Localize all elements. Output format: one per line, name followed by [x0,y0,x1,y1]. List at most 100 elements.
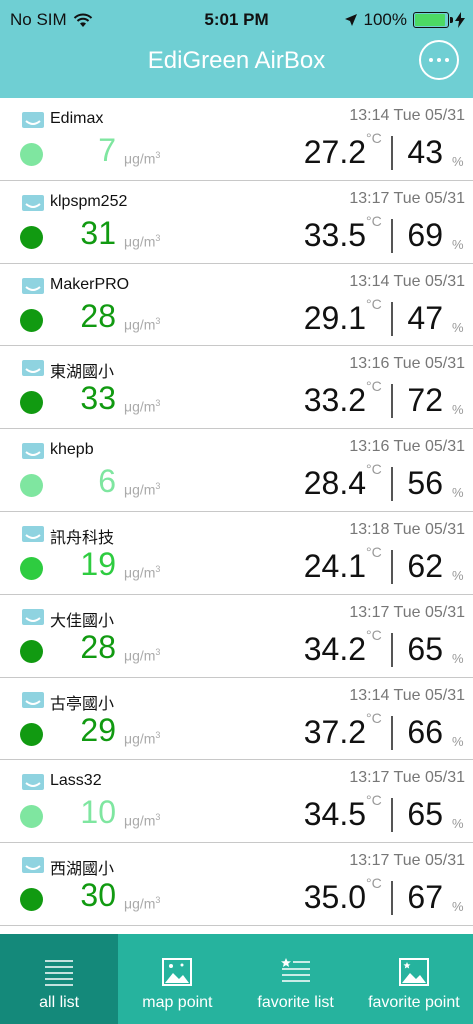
station-row[interactable]: 大佳國小 13:17 Tue 05/31 28 μg/m3 34.2 °C 65… [0,594,473,678]
humidity-unit: % [452,816,464,832]
station-list[interactable]: Edimax 13:14 Tue 05/31 7 μg/m3 27.2 °C 4… [0,98,473,934]
pm25-unit: μg/m3 [124,481,161,498]
station-row[interactable]: klpspm252 13:17 Tue 05/31 31 μg/m3 33.5 … [0,180,473,264]
favorite-map-icon [398,958,429,986]
temperature-unit: °C [366,461,382,478]
pm25-unit: μg/m3 [124,315,161,333]
tab-label: favorite list [257,994,334,1011]
humidity-value: 65 [407,796,443,833]
value-divider [391,549,393,584]
station-timestamp: 13:14 Tue 05/31 [349,686,465,704]
humidity-unit: % [452,485,464,501]
humidity-unit: % [452,567,464,583]
station-timestamp: 13:14 Tue 05/31 [349,107,465,124]
status-right: 100% [344,10,465,30]
airbox-device-icon [22,525,44,542]
station-name: khepb [50,441,94,459]
airbox-device-icon [22,608,44,625]
pm25-value: 28 [80,628,116,665]
station-row[interactable]: Edimax 13:14 Tue 05/31 7 μg/m3 27.2 °C 4… [0,98,473,181]
humidity-unit: % [452,402,464,418]
tab-label: all list [39,994,80,1011]
value-divider [391,136,393,170]
station-row[interactable]: 西湖國小 13:17 Tue 05/31 30 μg/m3 35.0 °C 67… [0,843,473,926]
humidity-value: 56 [407,465,443,502]
station-name: 西湖國小 [50,861,115,879]
pm25-unit: μg/m3 [124,729,161,747]
station-name: MakerPRO [50,275,130,293]
pm-level-indicator [20,391,43,415]
temperature-unit: °C [366,709,382,726]
temperature-unit: °C [366,212,382,229]
airbox-device-icon [22,857,44,874]
more-dot-icon [445,58,449,62]
airbox-device-icon [22,774,44,791]
value-divider [391,798,393,833]
tab-all-list[interactable]: all list [0,934,119,1024]
station-timestamp: 13:16 Tue 05/31 [349,355,465,373]
more-dot-icon [429,58,433,62]
temperature-unit: °C [366,875,382,892]
humidity-value: 72 [407,382,443,419]
pm-level-indicator [20,308,43,332]
station-timestamp: 13:17 Tue 05/31 [349,852,465,870]
tab-map-point[interactable]: map point [118,934,236,1024]
tab-favorite-list[interactable]: favorite list [237,934,355,1024]
station-name: 訊舟科技 [50,529,115,547]
pm-level-indicator [20,639,43,663]
value-divider [391,301,393,336]
value-divider [391,715,393,750]
pm25-unit: μg/m3 [124,812,161,830]
pm25-unit: μg/m3 [124,150,161,167]
temperature-value: 33.2 [303,382,366,419]
station-row[interactable]: 古亭國小 13:14 Tue 05/31 29 μg/m3 37.2 °C 66… [0,677,473,761]
station-name: 大佳國小 [50,612,115,630]
temperature-value: 27.2 [303,134,366,170]
temperature-value: 35.0 [303,879,366,916]
station-row[interactable]: 東湖國小 13:16 Tue 05/31 33 μg/m3 33.2 °C 72… [0,346,473,430]
pm25-unit: μg/m3 [124,563,161,581]
humidity-value: 62 [407,547,443,584]
humidity-unit: % [452,154,464,169]
temperature-unit: °C [366,130,382,146]
station-name: 古亭國小 [50,695,115,713]
humidity-value: 47 [407,299,443,336]
pm25-value: 19 [80,545,116,582]
pm25-value: 33 [80,380,116,417]
station-name: klpspm252 [50,192,128,210]
station-timestamp: 13:17 Tue 05/31 [349,769,465,787]
airbox-device-icon [22,360,44,377]
station-name: Edimax [50,110,104,127]
battery-icon [413,12,453,28]
pm-level-indicator [20,805,43,829]
humidity-value: 67 [407,879,443,916]
station-name: Lass32 [50,772,102,790]
more-dot-icon [437,58,441,62]
temperature-value: 33.5 [303,216,366,253]
airbox-device-icon [22,194,44,211]
page-title: EdiGreen AirBox [147,47,326,74]
humidity-value: 66 [407,713,443,750]
pm25-value: 28 [80,297,116,334]
tab-bar: all list map point favorite list favorit… [0,934,473,1024]
station-row[interactable]: khepb 13:16 Tue 05/31 6 μg/m3 28.4 °C 56… [0,429,473,512]
airbox-device-icon [22,277,44,294]
airbox-device-icon [22,691,44,708]
pm25-value: 29 [80,711,116,748]
station-timestamp: 13:16 Tue 05/31 [349,438,465,456]
temperature-value: 24.1 [303,547,366,584]
pm25-unit: μg/m3 [124,646,161,664]
value-divider [391,218,393,253]
pm-level-indicator [20,474,43,498]
station-row[interactable]: MakerPRO 13:14 Tue 05/31 28 μg/m3 29.1 °… [0,263,473,347]
airbox-device-icon [22,443,44,460]
station-row[interactable]: 訊舟科技 13:18 Tue 05/31 19 μg/m3 24.1 °C 62… [0,511,473,595]
station-row[interactable]: Lass32 13:17 Tue 05/31 10 μg/m3 34.5 °C … [0,760,473,844]
location-arrow-icon [344,14,357,26]
more-options-button[interactable] [419,40,459,80]
pm-level-indicator [20,143,43,166]
tab-label: favorite point [368,994,460,1011]
tab-favorite-point[interactable]: favorite point [355,934,473,1024]
favorite-list-icon [280,958,310,982]
temperature-value: 34.5 [303,796,366,833]
